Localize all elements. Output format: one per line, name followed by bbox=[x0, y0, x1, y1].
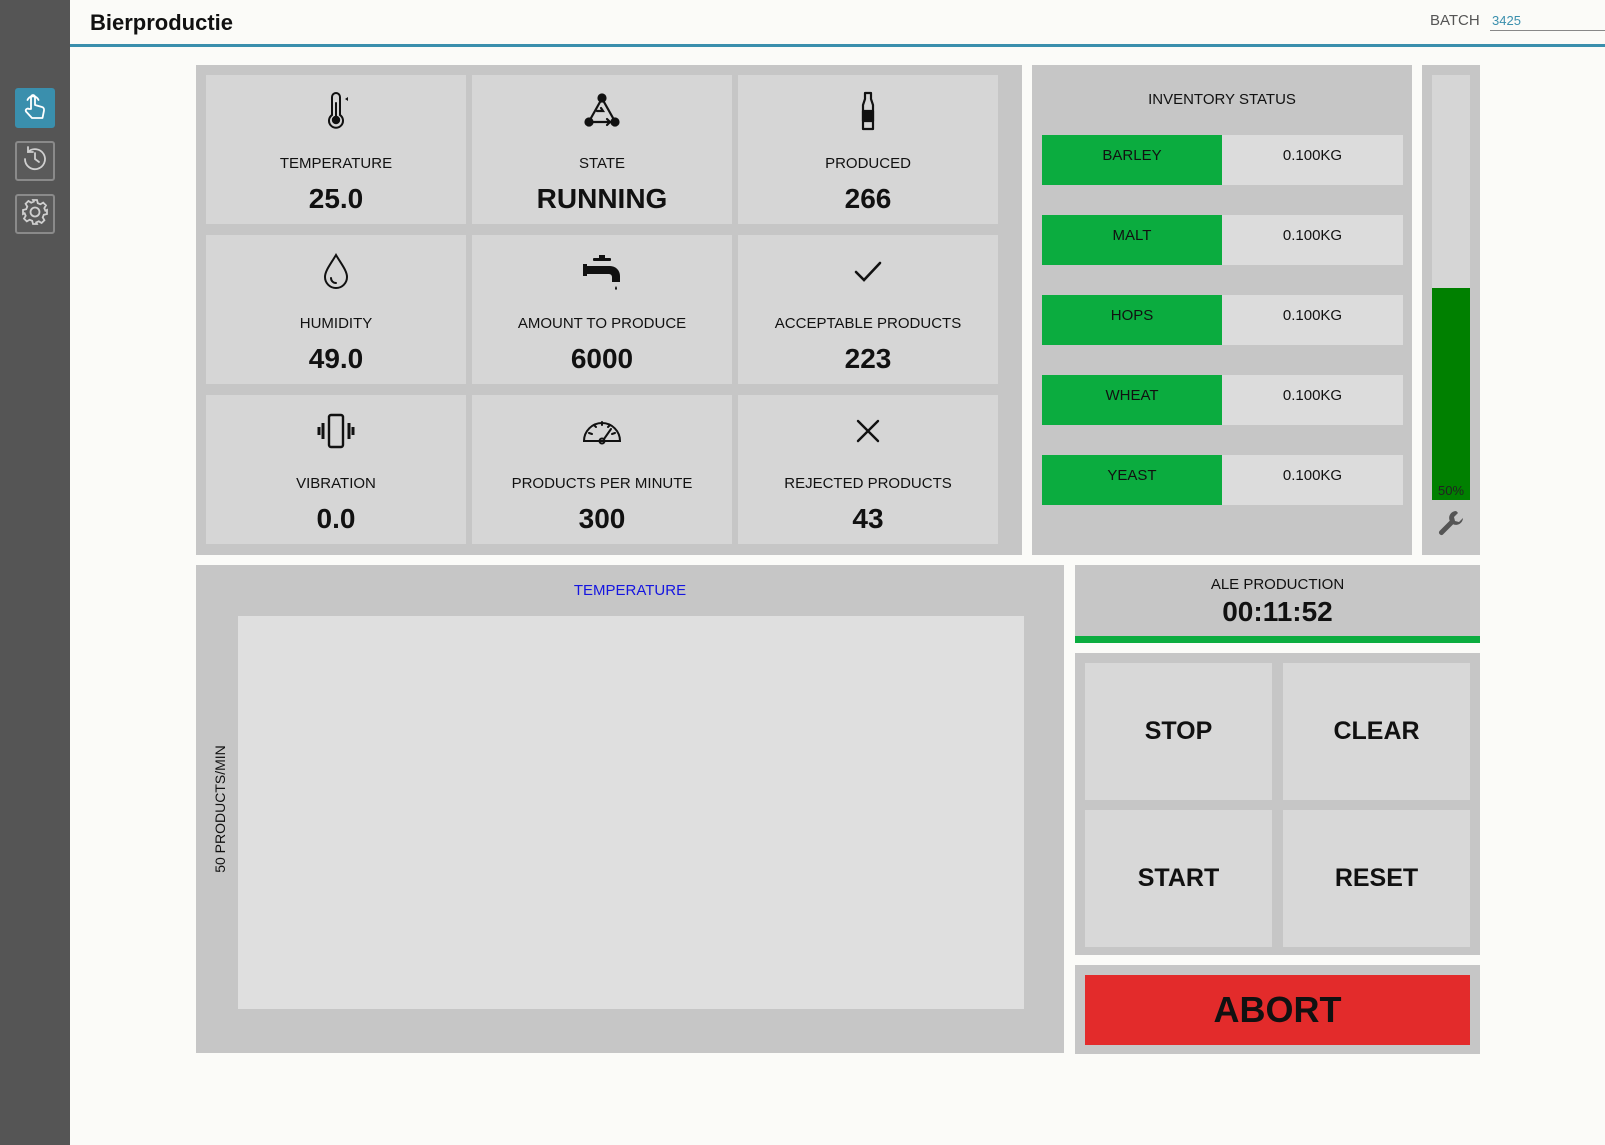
metric-value: 49.0 bbox=[308, 343, 364, 374]
speedometer-icon bbox=[472, 409, 732, 453]
inventory-amount: 0.100KG bbox=[1222, 215, 1403, 265]
metric-label: TEMPERATURE bbox=[279, 155, 393, 172]
metric-label: HUMIDITY bbox=[299, 315, 373, 332]
level-gauge-panel: 50% bbox=[1422, 65, 1480, 555]
nav-rail bbox=[0, 0, 70, 1145]
metric-value: 25.0 bbox=[308, 183, 364, 214]
page-title: Bierproductie bbox=[90, 10, 234, 35]
timer-value: 00:11:52 bbox=[1222, 596, 1333, 627]
metric-tile-vibration[interactable]: VIBRATION 0.0 bbox=[206, 395, 466, 544]
metric-label: PRODUCTS PER MINUTE bbox=[511, 475, 693, 492]
timer-label: ALE PRODUCTION bbox=[1210, 576, 1345, 593]
metric-tile-produced[interactable]: PRODUCED 266 bbox=[738, 75, 998, 224]
abort-panel: ABORT bbox=[1075, 965, 1480, 1054]
thermometer-icon bbox=[206, 89, 466, 133]
batch-select[interactable]: 3425 ▾ bbox=[1490, 12, 1605, 31]
inventory-row-hops: HOPS 0.100KG bbox=[1042, 295, 1403, 345]
inventory-row-wheat: WHEAT 0.100KG bbox=[1042, 375, 1403, 425]
clear-button[interactable]: CLEAR bbox=[1283, 663, 1470, 800]
metric-tile-amount-to-produce[interactable]: AMOUNT TO PRODUCE 6000 bbox=[472, 235, 732, 384]
control-buttons: STOP CLEAR START RESET bbox=[1075, 653, 1480, 955]
level-gauge: 50% bbox=[1432, 75, 1470, 500]
settings-icon bbox=[20, 197, 50, 232]
faucet-icon bbox=[472, 249, 732, 293]
metric-label: VIBRATION bbox=[296, 475, 376, 492]
history-icon bbox=[20, 144, 50, 179]
metric-value: RUNNING bbox=[536, 183, 668, 214]
inventory-name: WHEAT bbox=[1042, 375, 1222, 425]
wrench-icon[interactable] bbox=[1436, 508, 1466, 538]
level-gauge-fill bbox=[1432, 287, 1470, 500]
droplet-icon bbox=[206, 249, 466, 293]
production-timer: ALE PRODUCTION 00:11:52 bbox=[1075, 565, 1480, 643]
inventory-name: BARLEY bbox=[1042, 135, 1222, 185]
header: Bierproductie BATCH 3425 ▾ bbox=[70, 0, 1605, 47]
inventory-name: HOPS bbox=[1042, 295, 1222, 345]
start-button[interactable]: START bbox=[1085, 810, 1272, 947]
nav-history-button[interactable] bbox=[15, 141, 55, 181]
metrics-grid: TEMPERATURE 25.0 STATE RUNNING PRODUCED … bbox=[196, 65, 1022, 555]
inventory-amount: 0.100KG bbox=[1222, 455, 1403, 505]
metric-value: 6000 bbox=[570, 343, 634, 374]
inventory-name: MALT bbox=[1042, 215, 1222, 265]
state-network-icon bbox=[472, 89, 732, 133]
batch-value: 3425 bbox=[1492, 13, 1521, 28]
metric-tile-state[interactable]: STATE RUNNING bbox=[472, 75, 732, 224]
inventory-panel: INVENTORY STATUS BARLEY 0.100KG MALT 0.1… bbox=[1032, 65, 1412, 555]
inventory-title: INVENTORY STATUS bbox=[1148, 91, 1296, 108]
chart-title: TEMPERATURE bbox=[573, 582, 687, 599]
metric-tile-humidity[interactable]: HUMIDITY 49.0 bbox=[206, 235, 466, 384]
checkmark-icon bbox=[738, 249, 998, 293]
metric-tile-rejected-products[interactable]: REJECTED PRODUCTS 43 bbox=[738, 395, 998, 544]
metric-value: 0.0 bbox=[316, 503, 356, 534]
vibration-icon bbox=[206, 409, 466, 453]
reset-button[interactable]: RESET bbox=[1283, 810, 1470, 947]
cross-icon bbox=[738, 409, 998, 453]
inventory-amount: 0.100KG bbox=[1222, 295, 1403, 345]
metric-label: PRODUCED bbox=[825, 155, 911, 172]
nav-touch-button[interactable] bbox=[15, 88, 55, 128]
metric-label: AMOUNT TO PRODUCE bbox=[517, 315, 687, 332]
metric-tile-acceptable-products[interactable]: ACCEPTABLE PRODUCTS 223 bbox=[738, 235, 998, 384]
stop-button[interactable]: STOP bbox=[1085, 663, 1272, 800]
inventory-amount: 0.100KG bbox=[1222, 135, 1403, 185]
chart-plot-area bbox=[238, 616, 1024, 1009]
inventory-amount: 0.100KG bbox=[1222, 375, 1403, 425]
metric-value: 300 bbox=[578, 503, 626, 534]
bottle-icon bbox=[738, 89, 998, 133]
batch-label: BATCH bbox=[1430, 12, 1480, 29]
metric-label: STATE bbox=[578, 155, 626, 172]
inventory-name: YEAST bbox=[1042, 455, 1222, 505]
inventory-row-malt: MALT 0.100KG bbox=[1042, 215, 1403, 265]
touch-icon bbox=[20, 91, 50, 126]
abort-button[interactable]: ABORT bbox=[1085, 975, 1470, 1045]
chart-y-axis-label: 50 PRODUCTS/MIN bbox=[212, 745, 228, 873]
metric-tile-products-per-minute[interactable]: PRODUCTS PER MINUTE 300 bbox=[472, 395, 732, 544]
level-gauge-label: 50% bbox=[1437, 483, 1465, 498]
metric-label: ACCEPTABLE PRODUCTS bbox=[774, 315, 962, 332]
temperature-chart: TEMPERATURE 50 PRODUCTS/MIN bbox=[196, 565, 1064, 1053]
metric-label: REJECTED PRODUCTS bbox=[784, 475, 952, 492]
nav-settings-button[interactable] bbox=[15, 194, 55, 234]
metric-value: 223 bbox=[844, 343, 892, 374]
metric-tile-temperature[interactable]: TEMPERATURE 25.0 bbox=[206, 75, 466, 224]
inventory-row-yeast: YEAST 0.100KG bbox=[1042, 455, 1403, 505]
metric-value: 266 bbox=[844, 183, 892, 214]
inventory-row-barley: BARLEY 0.100KG bbox=[1042, 135, 1403, 185]
metric-value: 43 bbox=[852, 503, 884, 534]
